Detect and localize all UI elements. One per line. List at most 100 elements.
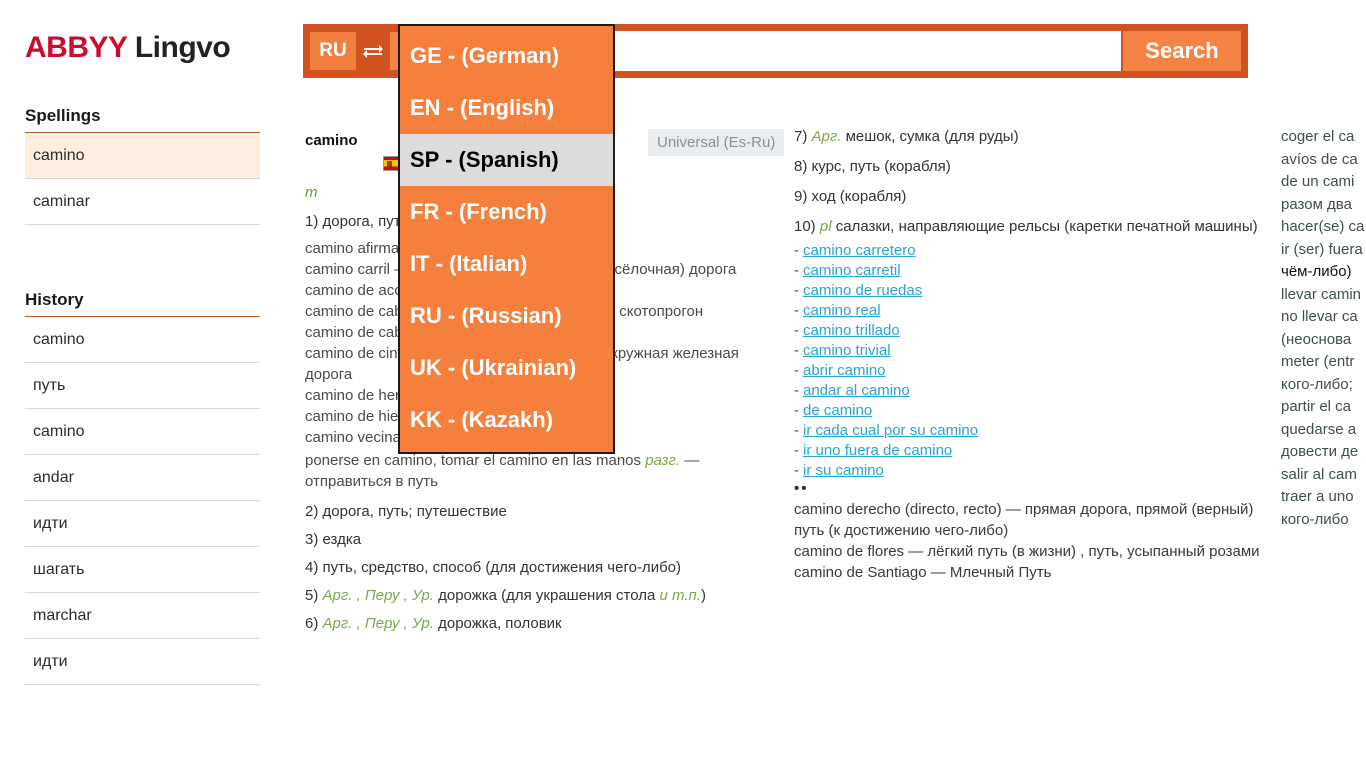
clipped-line: (неоснова xyxy=(1281,330,1352,348)
dropdown-item-fr[interactable]: FR - (French) xyxy=(400,186,613,238)
history-item[interactable]: marchar xyxy=(25,593,260,639)
phrase-link[interactable]: camino trillado xyxy=(803,322,900,339)
dropdown-item-ru[interactable]: RU - (Russian) xyxy=(400,290,613,342)
clipped-line: quedarse a xyxy=(1281,420,1357,438)
sense-number: 8) xyxy=(794,158,808,175)
search-button[interactable]: Search xyxy=(1123,31,1241,71)
sense-number: 7) xyxy=(794,128,808,145)
source-language-button[interactable]: RU xyxy=(310,32,356,70)
bullet-dash: - xyxy=(794,382,799,399)
clipped-line: salir al cam xyxy=(1281,465,1357,483)
clipped-line: no llevar ca xyxy=(1281,308,1358,325)
spelling-item-caminar[interactable]: caminar xyxy=(25,179,260,225)
clipped-line: avíos de ca xyxy=(1281,150,1358,168)
list-item: - camino carretil xyxy=(794,261,1264,281)
bullet-dash: - xyxy=(794,282,799,299)
bullet-dash: - xyxy=(794,342,799,359)
phrase-link[interactable]: camino de ruedas xyxy=(803,282,922,299)
definition-column-middle: 7) Арг. мешок, сумка (для руды) 8) курс,… xyxy=(794,126,1264,583)
bullet-dash: - xyxy=(794,262,799,279)
idiom-usage-mark: разг. xyxy=(645,452,681,469)
phrase-link[interactable]: camino trivial xyxy=(803,342,891,359)
history-item[interactable]: идти xyxy=(25,501,260,547)
bullet-dash: - xyxy=(794,322,799,339)
sense-7: 7) Арг. мешок, сумка (для руды) xyxy=(794,126,1264,147)
dropdown-item-en[interactable]: EN - (English) xyxy=(400,82,613,134)
list-item: - camino carretero xyxy=(794,241,1264,261)
clipped-line: llevar camin xyxy=(1281,285,1362,303)
history-item[interactable]: путь xyxy=(25,363,260,409)
app-logo: ABBYY Lingvo xyxy=(25,31,231,65)
phrase-link[interactable]: andar al camino xyxy=(803,382,910,399)
bullet-dash: - xyxy=(794,422,799,439)
bullet-dash: - xyxy=(794,402,799,419)
section-separator: •• xyxy=(794,480,809,497)
history-title: History xyxy=(25,290,260,317)
sense-text: салазки, направляющие рельсы (каретки пе… xyxy=(835,218,1258,235)
usage-marks: Арг. , Перу , Ур. xyxy=(322,615,434,632)
sense-10: 10) pl салазки, направляющие рельсы (кар… xyxy=(794,216,1264,237)
clipped-line: кого-либо xyxy=(1281,510,1349,528)
sense-text: дорожка, половик xyxy=(438,615,562,632)
sense-9: 9) ход (корабля) xyxy=(794,186,1264,207)
history-item[interactable]: шагать xyxy=(25,547,260,593)
list-item: - de camino xyxy=(794,401,1264,421)
usage-mark: Арг. xyxy=(811,128,842,145)
usage-marks: Арг. , Перу , Ур. xyxy=(322,587,434,604)
list-item: - camino trivial xyxy=(794,341,1264,361)
list-item: - camino de ruedas xyxy=(794,281,1264,301)
phrase-link[interactable]: abrir camino xyxy=(803,362,886,379)
dropdown-item-it[interactable]: IT - (Italian) xyxy=(400,238,613,290)
list-item: - camino real xyxy=(794,301,1264,321)
dictionary-badge: Universal (Es-Ru) xyxy=(648,129,785,156)
clipped-line: coger el ca xyxy=(1281,128,1355,145)
sense-number: 5) xyxy=(305,587,319,604)
history-item[interactable]: camino xyxy=(25,409,260,455)
phrase-link[interactable]: camino real xyxy=(803,302,881,319)
sense-text: дорожка (для украшения стола xyxy=(438,587,656,604)
bullet-dash: - xyxy=(794,442,799,459)
sense-text: курс, путь (корабля) xyxy=(811,158,951,175)
sense-text: мешок, сумка (для руды) xyxy=(845,128,1019,145)
phrase-link[interactable]: de camino xyxy=(803,402,872,419)
clipped-line: ir (ser) fuera xyxy=(1281,240,1363,258)
idiom-entry: camino derecho (directo, recto) — прямая… xyxy=(794,501,1254,539)
definition-column-right: coger el ca avíos de ca de un cami разом… xyxy=(1281,126,1366,531)
list-item: - abrir camino xyxy=(794,361,1264,381)
dropdown-item-ge[interactable]: GE - (German) xyxy=(400,30,613,82)
idiom-line: ponerse en camino, tomar el camino en la… xyxy=(305,450,783,492)
history-list: camino путь camino andar идти шагать mar… xyxy=(25,317,260,685)
spellings-panel: Spellings camino caminar xyxy=(25,106,260,225)
clipped-line: чём-либо) xyxy=(1281,263,1352,280)
sense-number: 6) xyxy=(305,615,319,632)
swap-arrows-icon[interactable] xyxy=(356,43,390,59)
list-item: - ir cada cual por su camino xyxy=(794,421,1264,441)
dropdown-item-sp[interactable]: SP - (Spanish) xyxy=(400,134,613,186)
sense-close: ) xyxy=(700,587,706,604)
clipped-line: разом два xyxy=(1281,195,1352,213)
history-item[interactable]: идти xyxy=(25,639,260,685)
language-dropdown[interactable]: GE - (German) EN - (English) SP - (Spani… xyxy=(398,24,615,454)
list-item: - ir uno fuera de camino xyxy=(794,441,1264,461)
spellings-title: Spellings xyxy=(25,106,260,133)
phrase-link[interactable]: ir cada cual por su camino xyxy=(803,422,978,439)
history-item[interactable]: andar xyxy=(25,455,260,501)
phrase-link[interactable]: ir uno fuera de camino xyxy=(803,442,952,459)
sidebar: ABBYY Lingvo Spellings camino caminar Hi… xyxy=(0,0,300,768)
spellings-list: camino caminar xyxy=(25,133,260,225)
phrase-link[interactable]: camino carretil xyxy=(803,262,901,279)
dropdown-item-uk[interactable]: UK - (Ukrainian) xyxy=(400,342,613,394)
clipped-line: meter (entr xyxy=(1281,353,1355,370)
spelling-item-camino[interactable]: camino xyxy=(25,133,260,179)
sense-2: 2) дорога, путь; путешествие xyxy=(305,503,507,520)
phrase-link[interactable]: camino carretero xyxy=(803,242,916,259)
phrase-link[interactable]: ir su camino xyxy=(803,462,884,479)
sense-8: 8) курс, путь (корабля) xyxy=(794,156,1264,177)
sense-6: 6) Арг. , Перу , Ур. дорожка, половик xyxy=(305,613,783,634)
clipped-line: de un cami xyxy=(1281,173,1355,190)
dropdown-item-kk[interactable]: KK - (Kazakh) xyxy=(400,394,613,446)
idiom-entry: camino de flores — лёгкий путь (в жизни)… xyxy=(794,543,1260,560)
sense-3: 3) ездка xyxy=(305,531,362,548)
list-item: - camino trillado xyxy=(794,321,1264,341)
history-item[interactable]: camino xyxy=(25,317,260,363)
